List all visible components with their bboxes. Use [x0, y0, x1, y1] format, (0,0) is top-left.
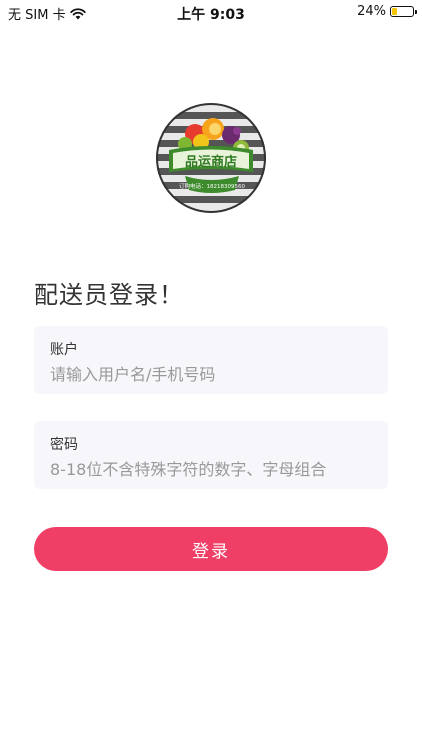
logo-phone-text: 订购电话：18218309560 [179, 182, 245, 190]
account-field[interactable]: 账户 [34, 326, 388, 394]
login-button[interactable]: 登录 [34, 527, 388, 571]
password-field[interactable]: 密码 [34, 421, 388, 489]
status-bar: 无 SIM 卡 上午 9:03 24% [0, 0, 422, 24]
battery-level [392, 8, 397, 15]
battery-percent: 24% [357, 4, 386, 19]
battery-icon [390, 6, 417, 17]
logo-brand-text: 品运商店 [185, 154, 237, 170]
page-title: 配送员登录！ [34, 281, 184, 309]
password-input[interactable] [50, 457, 380, 481]
account-label: 账户 [50, 342, 78, 358]
store-logo: 品运商店 订购电话：18218309560 [156, 103, 266, 213]
battery-status: 24% [357, 4, 417, 19]
account-input[interactable] [50, 362, 380, 386]
password-label: 密码 [50, 437, 78, 453]
